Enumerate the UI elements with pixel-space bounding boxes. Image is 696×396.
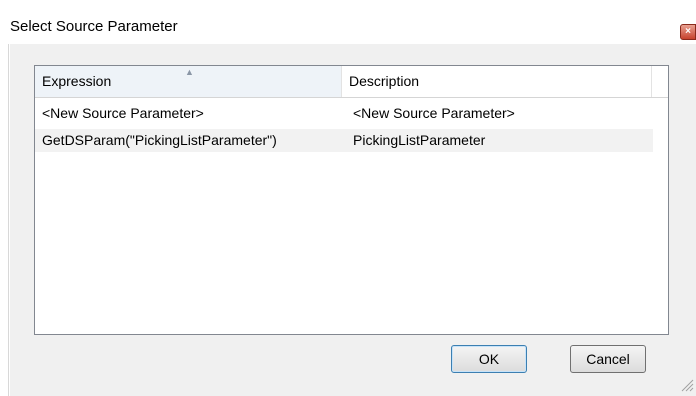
list-item[interactable]: GetDSParam("PickingListParameter") Picki… bbox=[35, 129, 653, 152]
parameter-list[interactable]: Expression ▲ Description <New Source Par… bbox=[34, 65, 669, 335]
expression-cell: <New Source Parameter> bbox=[42, 105, 204, 121]
description-cell: <New Source Parameter> bbox=[353, 105, 515, 121]
list-item[interactable]: <New Source Parameter> <New Source Param… bbox=[35, 102, 653, 125]
dialog-title: Select Source Parameter bbox=[10, 18, 178, 35]
column-header-description[interactable]: Description bbox=[342, 66, 652, 97]
column-header-label: Expression bbox=[42, 73, 112, 89]
close-icon: × bbox=[685, 26, 691, 37]
column-header-label: Description bbox=[349, 73, 420, 89]
window-frame-divider bbox=[8, 44, 9, 396]
close-button[interactable]: × bbox=[680, 24, 696, 40]
title-bar[interactable]: Select Source Parameter × bbox=[0, 0, 696, 44]
description-cell: PickingListParameter bbox=[353, 132, 486, 148]
resize-grip-icon[interactable] bbox=[680, 378, 694, 392]
cancel-button[interactable]: Cancel bbox=[570, 345, 646, 373]
list-header: Expression ▲ Description bbox=[35, 66, 668, 98]
sort-ascending-icon: ▲ bbox=[185, 67, 194, 77]
column-header-expression[interactable]: Expression ▲ bbox=[35, 66, 342, 97]
select-source-parameter-dialog: Select Source Parameter × Expression ▲ D… bbox=[0, 0, 696, 396]
ok-button[interactable]: OK bbox=[451, 345, 527, 373]
expression-cell: GetDSParam("PickingListParameter") bbox=[42, 132, 277, 148]
